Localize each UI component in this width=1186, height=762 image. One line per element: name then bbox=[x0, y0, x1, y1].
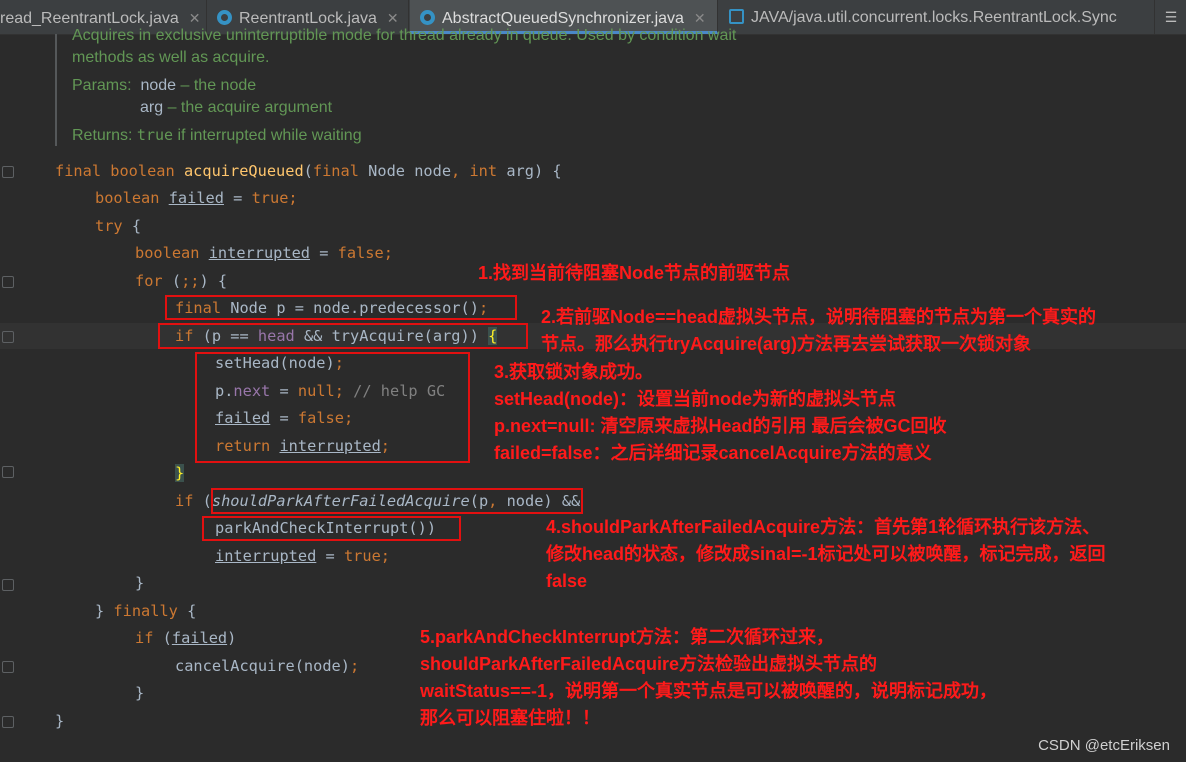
annotation-note-1: 1.找到当前待阻塞Node节点的前驱节点 bbox=[478, 263, 791, 283]
code-line: boolean interrupted = false; bbox=[135, 244, 393, 262]
watermark: CSDN @etcEriksen bbox=[1038, 737, 1170, 754]
structure-icon bbox=[729, 9, 744, 24]
returns-desc: if interrupted while waiting bbox=[173, 127, 362, 144]
code-line: } bbox=[135, 574, 145, 592]
annotation-note-4: 4.shouldParkAfterFailedAcquire方法：首先第1轮循环… bbox=[546, 517, 1106, 591]
code-line: final boolean acquireQueued(final Node n… bbox=[55, 162, 562, 180]
doc-comment-bar bbox=[55, 34, 57, 146]
returns-label: Returns: bbox=[72, 127, 133, 144]
param-node-name: node bbox=[140, 77, 177, 94]
param-arg-desc: – the acquire argument bbox=[163, 99, 333, 116]
fold-icon[interactable] bbox=[2, 661, 14, 673]
annotation-box-set-head bbox=[195, 352, 470, 463]
tab-label: ReentrantLock.java bbox=[239, 10, 377, 27]
code-line: } bbox=[175, 464, 185, 482]
annotation-note-3: 3.获取锁对象成功。 setHead(node)：设置当前node为新的虚拟头节… bbox=[494, 362, 947, 463]
javadoc-params: Params: node – the node bbox=[72, 77, 256, 95]
code-line: } bbox=[135, 684, 145, 702]
fold-icon[interactable] bbox=[2, 166, 14, 178]
close-icon[interactable]: ✕ bbox=[387, 10, 399, 26]
fold-icon[interactable] bbox=[2, 579, 14, 591]
returns-true: true bbox=[136, 126, 174, 144]
close-icon[interactable]: ✕ bbox=[189, 10, 201, 26]
annotation-box-should-park bbox=[211, 488, 583, 514]
param-arg-name: arg bbox=[140, 99, 164, 116]
close-icon[interactable]: ✕ bbox=[694, 10, 706, 26]
class-icon bbox=[420, 10, 435, 25]
annotation-box-predecessor bbox=[165, 295, 517, 320]
javadoc-line-2: methods as well as acquire. bbox=[72, 49, 270, 66]
code-line: for (;;) { bbox=[135, 272, 228, 290]
fold-icon[interactable] bbox=[2, 276, 14, 288]
params-label: Params: bbox=[72, 77, 132, 94]
annotation-box-try-acquire bbox=[158, 323, 528, 349]
tab-label: read_ReentrantLock.java bbox=[0, 10, 179, 27]
tab-label: AbstractQueuedSynchronizer.java bbox=[442, 10, 684, 27]
code-line: } bbox=[55, 712, 65, 730]
param-node-desc: – the node bbox=[176, 77, 257, 94]
code-line: boolean failed = true; bbox=[95, 189, 298, 207]
tab-overflow-icon[interactable]: ☰ bbox=[1156, 0, 1186, 34]
code-line: interrupted = true; bbox=[215, 547, 391, 565]
tab-label: JAVA/java.util.concurrent.locks.Reentran… bbox=[751, 9, 1117, 26]
fold-icon[interactable] bbox=[2, 466, 14, 478]
javadoc-returns: Returns: true if interrupted while waiti… bbox=[72, 126, 362, 145]
annotation-note-5: 5.parkAndCheckInterrupt方法：第二次循环过来， shoul… bbox=[420, 627, 998, 728]
code-line: if (failed) bbox=[135, 629, 237, 647]
tab-reentrantlock-sync[interactable]: JAVA/java.util.concurrent.locks.Reentran… bbox=[719, 0, 1155, 34]
javadoc-param-arg: arg – the acquire argument bbox=[140, 99, 332, 117]
code-line: cancelAcquire(node); bbox=[175, 657, 360, 675]
class-icon bbox=[217, 10, 232, 25]
code-line: try { bbox=[95, 217, 142, 235]
code-line: } finally { bbox=[95, 602, 197, 620]
annotation-box-park-check bbox=[202, 516, 461, 541]
javadoc-line-1: Acquires in exclusive uninterruptible mo… bbox=[72, 27, 737, 44]
annotation-note-2: 2.若前驱Node==head虚拟头节点，说明待阻塞的节点为第一个真实的 节点。… bbox=[541, 307, 1097, 354]
fold-icon[interactable] bbox=[2, 716, 14, 728]
fold-icon[interactable] bbox=[2, 331, 14, 343]
